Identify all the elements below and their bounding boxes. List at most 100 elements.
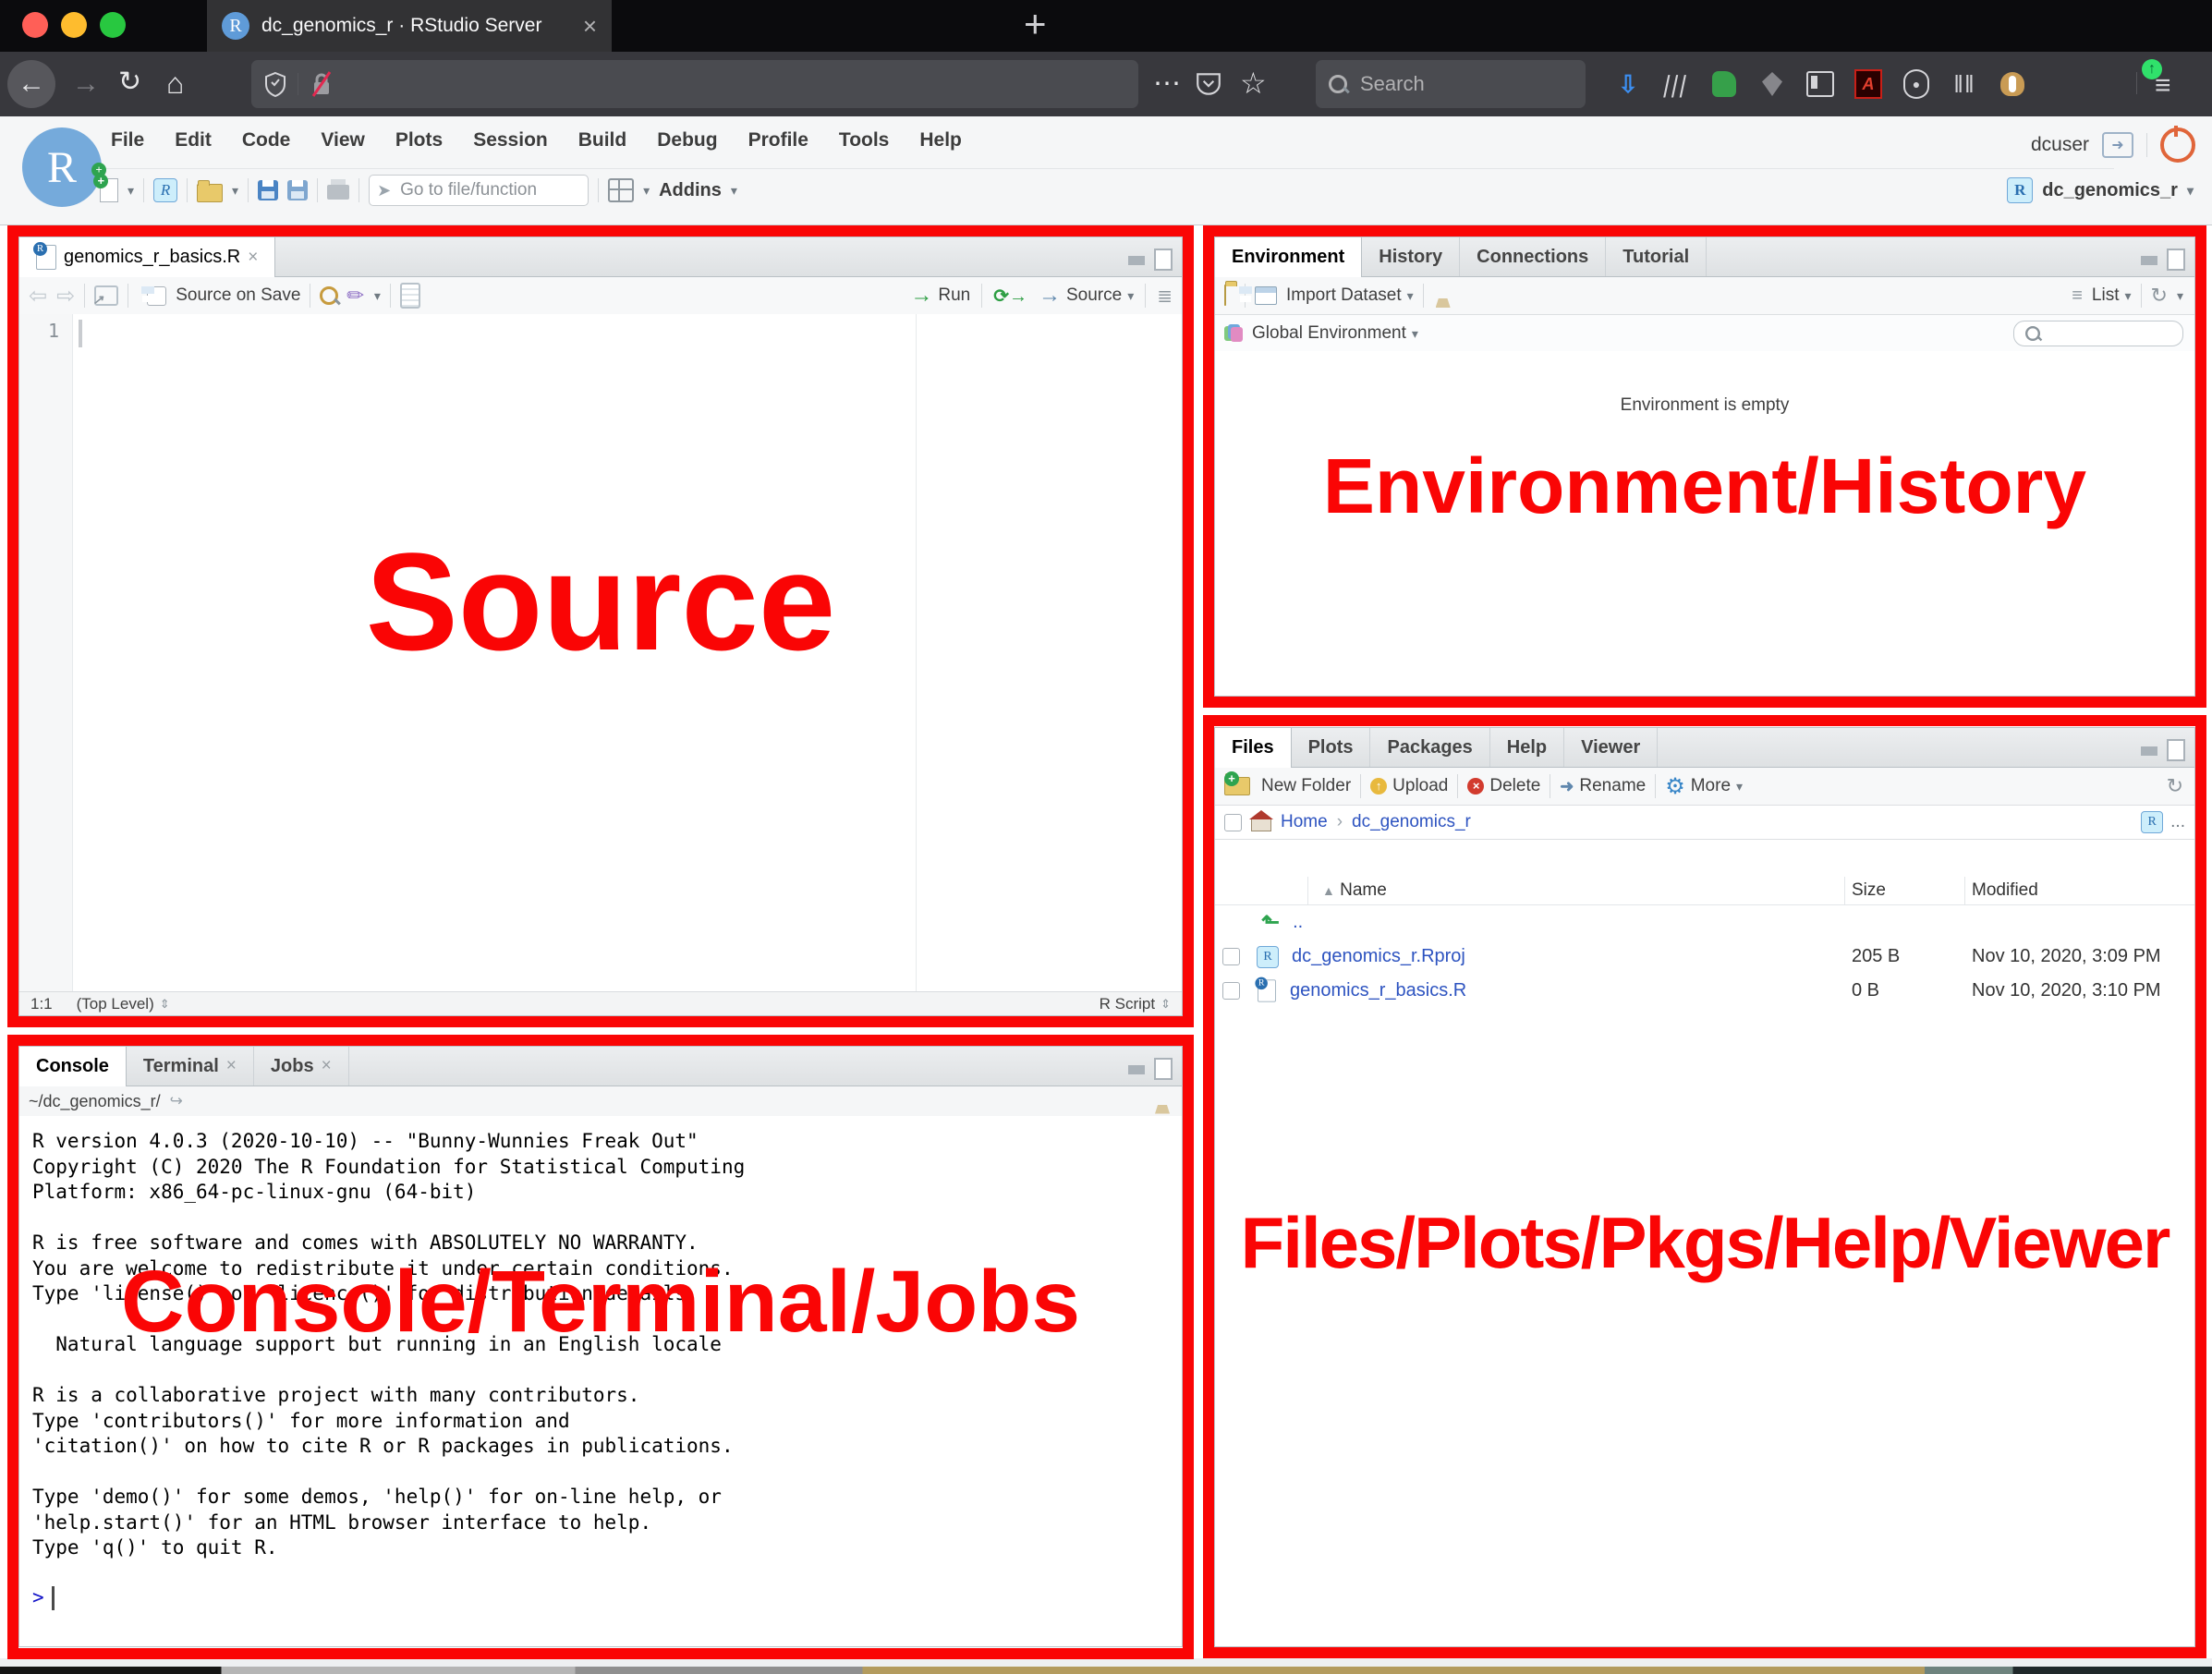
file-name[interactable]: genomics_r_basics.R xyxy=(1290,980,1466,1001)
save-all-icon[interactable] xyxy=(287,176,308,205)
pocket-icon[interactable] xyxy=(1196,70,1221,98)
menu-build[interactable]: Build xyxy=(578,129,627,152)
editor-area[interactable]: 1 xyxy=(19,314,1182,993)
goto-file-function-input[interactable] xyxy=(398,179,568,201)
breadcrumb-home[interactable]: Home xyxy=(1281,812,1328,832)
file-name[interactable]: dc_genomics_r.Rproj xyxy=(1292,946,1465,967)
tracking-shield-icon[interactable] xyxy=(264,71,286,97)
sidebar-extension-icon[interactable] xyxy=(1804,67,1837,101)
tab-close-icon[interactable]: × xyxy=(583,12,597,41)
adobe-acrobat-icon[interactable]: A xyxy=(1852,67,1885,101)
addins-button[interactable]: Addins xyxy=(659,180,722,201)
tab-files[interactable]: Files xyxy=(1215,728,1292,768)
new-project-icon[interactable]: +R xyxy=(153,176,177,205)
refresh-dropdown-icon[interactable]: ▾ xyxy=(2177,288,2183,304)
code-tools-wand-icon[interactable]: ✎ xyxy=(342,281,371,309)
new-file-icon[interactable]: + xyxy=(100,176,118,205)
tab-environment[interactable]: Environment xyxy=(1215,237,1362,277)
menu-debug[interactable]: Debug xyxy=(657,129,717,152)
forward-source-icon[interactable]: ⇨ xyxy=(56,283,75,309)
project-switcher[interactable]: R dc_genomics_r ▾ xyxy=(2007,177,2194,203)
blocked-lock-icon[interactable] xyxy=(310,70,334,98)
menu-session[interactable]: Session xyxy=(473,129,548,152)
maximize-icon[interactable] xyxy=(2167,739,2185,761)
tab-terminal[interactable]: Terminal × xyxy=(127,1047,254,1086)
browser-search-input[interactable] xyxy=(1358,71,1547,97)
import-dataset-button[interactable]: Import Dataset ▾ xyxy=(1286,285,1414,306)
addins-dropdown-icon[interactable]: ▾ xyxy=(731,183,737,199)
console-prompt-line[interactable]: > xyxy=(19,1586,1182,1610)
scope-selector[interactable]: (Top Level) ⇕ xyxy=(77,995,170,1013)
tab-jobs[interactable]: Jobs × xyxy=(254,1047,349,1086)
rename-button[interactable]: ➜ Rename xyxy=(1560,776,1646,796)
environment-scope-selector[interactable]: Global Environment ▾ xyxy=(1252,323,1418,344)
menu-profile[interactable]: Profile xyxy=(748,129,808,152)
minimize-icon[interactable] xyxy=(2141,256,2157,265)
profile-extension-icon[interactable]: ● xyxy=(1900,67,1933,101)
reload-button[interactable]: ↻ xyxy=(118,68,141,96)
menu-view[interactable]: View xyxy=(321,129,364,152)
load-workspace-icon[interactable] xyxy=(1224,285,1226,306)
list-view-selector[interactable]: List ▾ xyxy=(2092,285,2132,306)
new-file-dropdown-icon[interactable]: ▾ xyxy=(128,183,134,199)
goto-directory-icon[interactable]: ↪ xyxy=(170,1092,183,1110)
close-terminal-icon[interactable]: × xyxy=(226,1056,237,1076)
bookmark-star-icon[interactable]: ☆ xyxy=(1240,68,1267,98)
new-tab-button[interactable]: + xyxy=(1024,2,1047,46)
compile-report-icon[interactable] xyxy=(400,283,420,309)
file-row[interactable]: R dc_genomics_r.Rproj 205 B Nov 10, 2020… xyxy=(1215,940,2194,974)
refresh-environment-icon[interactable]: ↻ xyxy=(2151,284,2168,308)
new-folder-button[interactable]: + New Folder xyxy=(1224,776,1351,796)
refresh-files-icon[interactable]: ↻ xyxy=(2167,774,2183,798)
clear-environment-icon[interactable] xyxy=(1433,285,1448,306)
tab-history[interactable]: History xyxy=(1362,237,1460,276)
file-row[interactable]: genomics_r_basics.R 0 B Nov 10, 2020, 3:… xyxy=(1215,974,2194,1008)
home-button[interactable]: ⌂ xyxy=(166,68,184,98)
source-file-tab[interactable]: genomics_r_basics.R × xyxy=(19,237,275,277)
select-all-checkbox[interactable] xyxy=(1224,814,1242,831)
environment-search-box[interactable] xyxy=(2013,321,2183,346)
tab-packages[interactable]: Packages xyxy=(1370,728,1489,767)
parent-directory-row[interactable]: ⬑ .. xyxy=(1215,905,2194,940)
maximize-icon[interactable] xyxy=(1154,249,1173,271)
tab-tutorial[interactable]: Tutorial xyxy=(1606,237,1707,276)
print-icon[interactable] xyxy=(327,176,349,205)
close-tab-icon[interactable]: × xyxy=(248,248,258,268)
upload-button[interactable]: ↑ Upload xyxy=(1370,776,1448,796)
downloads-icon[interactable]: ⇩ xyxy=(1611,67,1645,101)
delete-button[interactable]: × Delete xyxy=(1467,776,1540,796)
minimize-window-button[interactable] xyxy=(61,12,87,38)
tab-help[interactable]: Help xyxy=(1490,728,1564,767)
menu-edit[interactable]: Edit xyxy=(175,129,212,152)
workspace-panes-icon[interactable] xyxy=(608,176,634,205)
breadcrumb-ellipsis[interactable]: ... xyxy=(2170,812,2185,832)
tab-connections[interactable]: Connections xyxy=(1460,237,1606,276)
tab-console[interactable]: Console xyxy=(19,1047,127,1086)
minimize-icon[interactable] xyxy=(2141,746,2157,756)
save-icon[interactable] xyxy=(258,176,278,205)
menu-tools[interactable]: Tools xyxy=(839,129,889,152)
file-type-selector[interactable]: R Script ⇕ xyxy=(1100,995,1171,1013)
fence-extension-icon[interactable]: ‖‖ xyxy=(1948,67,1981,101)
maximize-icon[interactable] xyxy=(2167,249,2185,271)
zoom-window-button[interactable] xyxy=(100,12,126,38)
file-checkbox[interactable] xyxy=(1222,948,1240,965)
clear-console-icon[interactable] xyxy=(1152,1092,1167,1111)
back-button[interactable]: ← xyxy=(7,60,55,108)
panes-dropdown-icon[interactable]: ▾ xyxy=(643,183,650,199)
goto-file-function-box[interactable]: ➤ xyxy=(369,175,589,206)
column-header-size[interactable]: Size xyxy=(1852,880,1886,901)
file-checkbox[interactable] xyxy=(1222,982,1240,1000)
code-tools-dropdown-icon[interactable]: ▾ xyxy=(374,288,381,304)
tab-plots[interactable]: Plots xyxy=(1292,728,1371,767)
open-file-icon[interactable] xyxy=(197,176,223,205)
maximize-icon[interactable] xyxy=(1154,1058,1173,1080)
minimize-icon[interactable] xyxy=(1128,256,1145,265)
breadcrumb-project[interactable]: dc_genomics_r xyxy=(1352,812,1471,832)
quit-session-icon[interactable] xyxy=(2160,127,2195,163)
close-jobs-icon[interactable]: × xyxy=(322,1056,332,1076)
console-output-area[interactable]: R version 4.0.3 (2020-10-10) -- "Bunny-W… xyxy=(19,1116,1182,1646)
environment-search-input[interactable] xyxy=(2049,323,2173,344)
app-menu-icon[interactable]: ≡ ↑ xyxy=(2155,70,2171,102)
open-in-new-window-icon[interactable]: ↗ xyxy=(94,285,118,306)
